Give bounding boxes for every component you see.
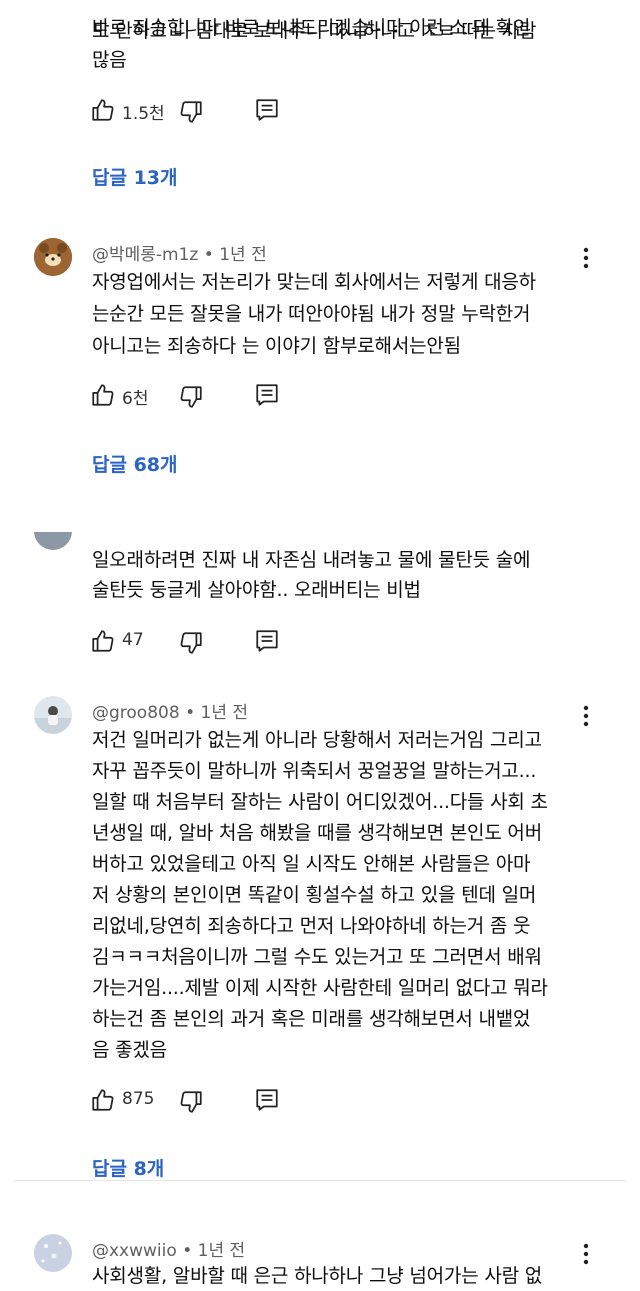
meta-separator: • <box>182 1241 198 1261</box>
comment-reply-icon[interactable] <box>254 628 280 654</box>
comment-text-line: 년생일 때, 알바 처음 해봤을 때를 생각해보면 본인도 어버 <box>92 822 542 844</box>
comment-text-line: 자꾸 꼽주듯이 말하니까 위축되서 꿍얼꿍얼 말하는거고... <box>92 760 537 782</box>
avatar[interactable] <box>34 696 72 734</box>
meta-separator: • <box>185 703 201 723</box>
comment-reply-icon[interactable] <box>254 1087 280 1113</box>
comment-text-line: 리없네,당연히 죄송하다고 먼저 나와야하네 하는거 좀 웃 <box>92 915 531 937</box>
avatar[interactable] <box>34 1234 72 1272</box>
comment-text-line: 일할 때 처음부터 잘하는 사람이 어디있겠어...다들 사회 초 <box>92 791 548 813</box>
thumbs-up-icon[interactable] <box>90 382 116 408</box>
like-count: 47 <box>122 630 144 650</box>
comment-author[interactable]: @groo808 <box>92 703 180 723</box>
comment-text-line: 일오래하려면 진짜 내 자존심 내려놓고 물에 물탄듯 술에 <box>92 549 531 571</box>
comment-text-line: 저건 일머리가 없는게 아니라 당황해서 저러는거임 그리고 <box>92 729 542 751</box>
comment-author[interactable]: @xxwwiio <box>92 1241 177 1261</box>
comment-text-line: 음 좋겠음 <box>92 1039 167 1061</box>
thumbs-down-icon[interactable] <box>178 630 204 656</box>
comment-text-line: 술탄듯 둥글게 살아야함.. 오래버티는 비법 <box>92 579 421 601</box>
comment-time: 1년 전 <box>197 1241 246 1261</box>
comment-text-line: 는순간 모든 잘못을 내가 떠안아야됨 내가 정말 누락한거 <box>92 303 531 325</box>
comment-text-line: 자영업에서는 저논리가 맞는데 회사에서는 저렇게 대응하 <box>92 271 536 293</box>
thumbs-up-icon[interactable] <box>90 628 116 654</box>
thumbs-up-icon[interactable] <box>90 1087 116 1113</box>
thumbs-up-icon[interactable] <box>90 97 116 123</box>
meta-separator: • <box>203 245 220 265</box>
like-count: 875 <box>122 1089 155 1109</box>
comment-text-line: 사회생활, 알바할 때 은근 하나하나 그냥 넘어가는 사람 없 <box>92 1265 542 1287</box>
comment-time: 1년 전 <box>219 245 267 265</box>
comment-text-line: 김ㅋㅋㅋ처음이니까 그럴 수도 있는거고 또 그러면서 배워 <box>92 946 542 968</box>
comment-meta: @groo808 • 1년 전 <box>92 698 248 723</box>
more-vertical-icon[interactable] <box>576 246 596 270</box>
comment-meta: @xxwwiio • 1년 전 <box>92 1236 245 1261</box>
comment-reply-icon[interactable] <box>254 97 280 123</box>
thumbs-down-icon[interactable] <box>178 1089 204 1115</box>
comment-reply-icon[interactable] <box>254 382 280 408</box>
replies-link[interactable]: 답글 13개 <box>92 163 178 190</box>
comment-meta: @박메롱-m1z • 1년 전 <box>92 240 267 265</box>
thumbs-down-icon[interactable] <box>178 99 204 125</box>
more-vertical-icon[interactable] <box>576 1242 596 1266</box>
more-vertical-icon[interactable] <box>576 704 596 728</box>
replies-link[interactable]: 답글 8개 <box>92 1154 164 1181</box>
comment-text-line: 하는건 좀 본인의 과거 혹은 미래를 생각해보면서 내뱉었 <box>92 1008 531 1030</box>
comment-text-line: 버하고 있었을테고 아직 일 시작도 안해본 사람들은 아마 <box>92 853 531 875</box>
avatar[interactable] <box>34 532 72 552</box>
comment-time: 1년 전 <box>200 703 249 723</box>
comment-text-line: 도 안하고 니 맘대로 보내주니 마니하냐고 ㅈㄹ 떠는 사람 <box>92 20 537 42</box>
comment-text-line: 가는거임....제발 이제 시작한 사람한테 일머리 없다고 뭐라 <box>92 977 548 999</box>
comment-text-line: 저 상황의 본인이면 똑같이 횡설수설 하고 있을 텐데 일머 <box>92 884 537 906</box>
section-divider <box>14 1180 626 1181</box>
comment-text-line: 아니고는 죄송하다 는 이야기 함부로해서는안됨 <box>92 335 461 357</box>
like-count: 6천 <box>122 389 149 409</box>
replies-link[interactable]: 답글 68개 <box>92 450 178 477</box>
comment-author[interactable]: @박메롱-m1z <box>92 245 198 265</box>
avatar[interactable] <box>34 238 72 276</box>
like-count: 1.5천 <box>122 104 165 124</box>
comment-text-line: 많음 <box>92 49 127 71</box>
thumbs-down-icon[interactable] <box>178 384 204 410</box>
